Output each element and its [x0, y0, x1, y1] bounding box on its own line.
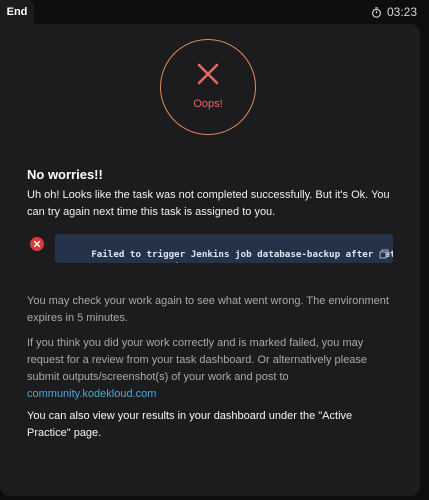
- review-text-block: If you think you did your work correctly…: [27, 335, 397, 403]
- review-text: If you think you did your work correctly…: [27, 337, 367, 383]
- timer-value: 03:23: [386, 5, 417, 19]
- result-message: Uh oh! Looks like the task was not compl…: [27, 189, 390, 218]
- error-circle-icon: [30, 237, 44, 251]
- check-work-text: You may check your work again to see wha…: [27, 295, 389, 324]
- result-panel: Oops! No worries!! Uh oh! Looks like the…: [0, 24, 420, 496]
- result-badge: Oops!: [160, 39, 256, 135]
- page-title: No worries!!: [27, 167, 103, 182]
- copy-icon[interactable]: [335, 236, 389, 263]
- community-link[interactable]: community.kodekloud.com: [27, 388, 156, 400]
- error-message: Failed to trigger Jenkins job database-b…: [55, 234, 393, 263]
- dashboard-note: You can also view your results in your d…: [27, 410, 353, 439]
- error-row: Failed to trigger Jenkins job database-b…: [27, 234, 395, 264]
- stopwatch-icon: [371, 6, 382, 18]
- result-label: Oops!: [193, 98, 223, 110]
- timer: 03:23: [371, 4, 417, 20]
- scrollbar[interactable]: [420, 24, 429, 496]
- tab-end-label: End: [6, 6, 28, 18]
- top-bar: End 03:23: [0, 0, 429, 24]
- tab-end[interactable]: End: [0, 0, 34, 24]
- x-icon: [197, 63, 219, 90]
